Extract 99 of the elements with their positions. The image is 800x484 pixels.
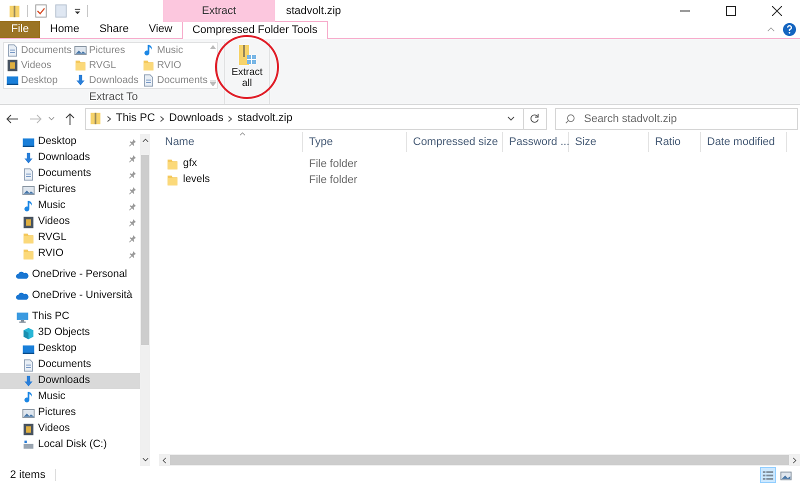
ribbon-tab[interactable]: Compressed Folder Tools <box>182 21 328 39</box>
ribbon-tab[interactable]: Share <box>89 21 139 38</box>
nav-item[interactable]: Desktop <box>0 341 140 357</box>
chevron-icon <box>228 116 232 122</box>
folder-icon <box>22 232 35 244</box>
item-count: 2 items <box>10 468 46 483</box>
folder-icon <box>142 59 155 72</box>
properties-icon[interactable] <box>34 4 48 18</box>
refresh-icon[interactable] <box>529 113 540 124</box>
chevron-icon <box>106 116 111 122</box>
monitor-icon <box>22 136 35 148</box>
breadcrumb[interactable]: Downloads <box>169 110 224 127</box>
nav-item[interactable]: Documents <box>0 166 140 182</box>
document-icon <box>22 358 35 372</box>
scroll-right-icon[interactable] <box>792 456 797 464</box>
breadcrumb[interactable]: This PC <box>116 110 156 127</box>
film-icon <box>22 422 35 436</box>
nav-item[interactable]: 3D Objects <box>0 325 140 341</box>
nav-item[interactable]: RVIO <box>0 246 140 262</box>
nav-item[interactable]: Music <box>0 389 140 405</box>
document-icon <box>6 44 19 57</box>
nav-item[interactable]: Documents <box>0 357 140 373</box>
maximize-icon <box>726 6 736 16</box>
down-arrow-icon <box>22 374 35 388</box>
cube-icon <box>22 326 35 340</box>
scroll-up-icon[interactable] <box>142 138 148 143</box>
folder-icon <box>166 174 179 186</box>
nav-item[interactable]: Pictures <box>0 405 140 421</box>
document-icon <box>22 168 35 180</box>
scroll-left-icon[interactable] <box>162 456 167 464</box>
caret-icon[interactable] <box>506 116 515 121</box>
search-icon <box>564 114 575 124</box>
folder-icon <box>166 158 179 170</box>
cloud-icon <box>16 268 29 282</box>
picture-icon <box>22 406 35 420</box>
nav-item[interactable]: OneDrive - Personal <box>0 267 140 283</box>
column-header[interactable]: Size <box>569 132 649 152</box>
nav-item[interactable]: Downloads <box>0 373 140 389</box>
nav-item[interactable]: OneDrive - Università <box>0 288 140 304</box>
zip-folder-icon <box>88 112 102 125</box>
ribbon-tab[interactable]: Home <box>40 21 90 38</box>
zip-folder-icon <box>237 44 257 66</box>
help-icon[interactable] <box>783 23 796 36</box>
address-bar[interactable]: This PC Downloads stadvolt.zip <box>84 108 547 130</box>
music-note-icon <box>142 44 155 57</box>
nav-item[interactable]: Downloads <box>0 150 140 166</box>
monitor-icon <box>6 74 19 87</box>
extract-all-button[interactable]: Extract all <box>229 44 265 92</box>
file-type: File folder <box>308 172 358 188</box>
sort-caret-icon <box>239 132 246 136</box>
breadcrumb[interactable]: stadvolt.zip <box>237 110 292 127</box>
up-arrow-icon[interactable] <box>64 112 75 124</box>
document-icon <box>142 74 155 87</box>
music-note-icon <box>22 200 35 212</box>
horizontal-scrollbar[interactable] <box>159 454 800 466</box>
scroll-down-icon[interactable] <box>142 457 148 462</box>
film-icon <box>22 216 35 228</box>
chevron-icon <box>160 116 164 122</box>
close-icon <box>772 6 782 16</box>
nav-item[interactable]: Videos <box>0 421 140 437</box>
folder-icon <box>22 248 35 260</box>
group-label: Extract To <box>89 90 138 105</box>
computer-icon <box>16 310 29 324</box>
column-header[interactable]: Ratio <box>649 132 701 152</box>
file-name[interactable]: levels <box>183 172 210 188</box>
file-type: File folder <box>308 156 358 172</box>
nav-item[interactable]: Local Disk (C:) <box>0 437 140 453</box>
ribbon-tab[interactable]: View <box>138 21 182 38</box>
collapse-ribbon-icon[interactable] <box>767 27 775 32</box>
nav-item[interactable]: Music <box>0 198 140 214</box>
vertical-scrollbar[interactable] <box>140 134 150 466</box>
nav-item[interactable]: Desktop <box>0 134 140 150</box>
zip-folder-icon <box>8 4 21 18</box>
nav-item[interactable]: Videos <box>0 214 140 230</box>
cloud-icon <box>16 290 29 302</box>
column-header[interactable]: Name <box>159 132 303 152</box>
music-note-icon <box>22 390 35 404</box>
back-icon[interactable] <box>6 114 18 124</box>
column-header[interactable]: Type <box>303 132 407 152</box>
down-arrow-icon <box>74 74 87 87</box>
window-title: stadvolt.zip <box>286 4 342 19</box>
down-arrow-icon <box>22 152 35 164</box>
nav-item[interactable]: This PC <box>0 309 140 325</box>
film-icon <box>6 59 19 72</box>
search-field[interactable]: Search stadvolt.zip <box>554 108 798 130</box>
picture-icon <box>22 184 35 196</box>
monitor-icon <box>22 342 35 356</box>
column-header[interactable]: Compressed size <box>407 132 503 152</box>
context-tab-header: Extract <box>163 0 275 22</box>
ribbon-tab[interactable]: File <box>0 21 40 38</box>
nav-item[interactable]: RVGL <box>0 230 140 246</box>
details-view-button[interactable] <box>760 467 776 483</box>
column-header[interactable]: Password ... <box>503 132 569 152</box>
column-header[interactable]: Date modified <box>701 132 787 152</box>
dropdown-icon[interactable] <box>74 8 81 14</box>
folder-icon <box>74 59 87 72</box>
nav-item[interactable]: Pictures <box>0 182 140 198</box>
file-name[interactable]: gfx <box>183 156 198 172</box>
drive-icon <box>22 438 35 452</box>
